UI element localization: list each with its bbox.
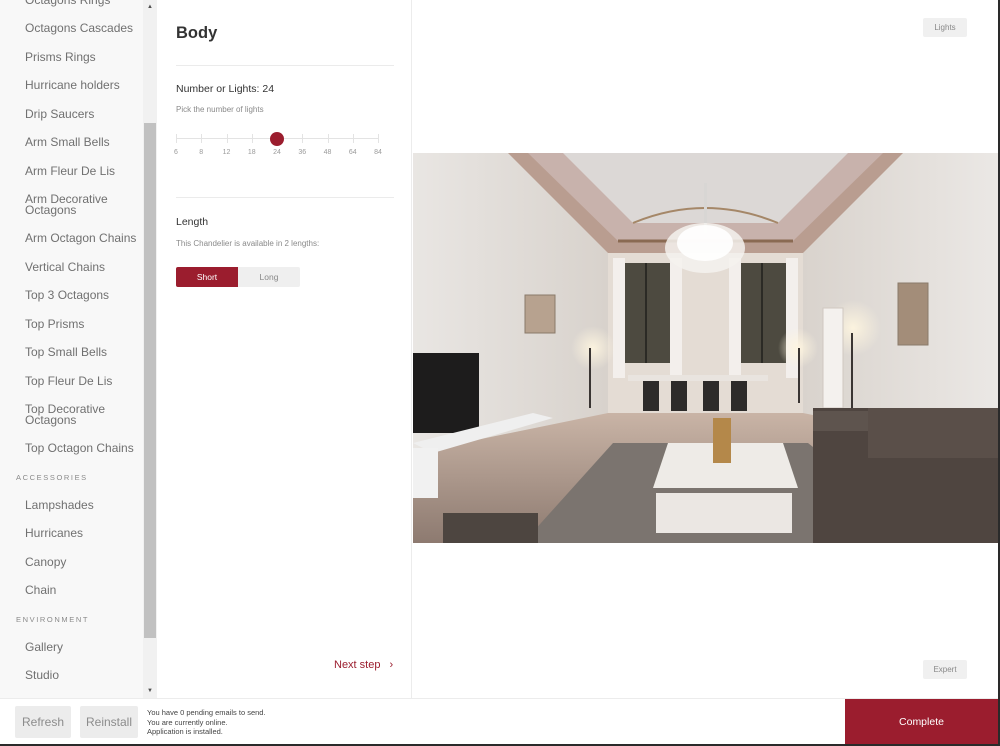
sidebar-item[interactable]: Studio xyxy=(0,662,143,691)
next-step-button[interactable]: Next step › xyxy=(334,659,393,671)
length-hint: This Chandelier is available in 2 length… xyxy=(176,239,320,248)
chevron-right-icon: › xyxy=(389,659,394,671)
room-illustration xyxy=(413,153,998,543)
sidebar-item[interactable]: Chain xyxy=(0,577,143,606)
lights-hint: Pick the number of lights xyxy=(176,105,264,114)
sidebar-item[interactable]: Top Small Bells xyxy=(0,339,143,368)
sidebar-item[interactable]: Vertical Chains xyxy=(0,253,143,282)
scroll-thumb[interactable] xyxy=(144,123,156,638)
slider-tick xyxy=(378,134,379,143)
slider-tick xyxy=(352,134,354,143)
sidebar-item[interactable]: Hurricanes xyxy=(0,520,143,549)
sidebar-item[interactable]: Top 3 Octagons xyxy=(0,282,143,311)
slider-tick-label: 6 xyxy=(174,149,178,156)
slider-tick xyxy=(251,134,253,143)
sidebar-item[interactable]: Octagons Cascades xyxy=(0,15,143,44)
sidebar-item[interactable]: Octagons Rings xyxy=(0,0,143,15)
sidebar-section-header: ENVIRONMENT xyxy=(16,614,90,624)
length-short-button[interactable]: Short xyxy=(176,267,238,287)
status-online: You are currently online. xyxy=(147,717,228,727)
sidebar-item[interactable]: Arm Small Bells xyxy=(0,129,143,158)
sidebar-item[interactable]: Hurricane holders xyxy=(0,72,143,101)
preview-panel: Lights Expert xyxy=(413,0,998,698)
sidebar-item[interactable]: Top Octagon Chains xyxy=(0,435,143,464)
reinstall-button[interactable]: Reinstall xyxy=(80,706,138,738)
divider xyxy=(176,197,394,198)
slider-tick xyxy=(226,134,228,143)
slider-thumb[interactable] xyxy=(270,132,284,146)
sidebar: Octagons RingsOctagons CascadesPrisms Ri… xyxy=(0,0,143,698)
slider-tick-label: 48 xyxy=(323,149,332,156)
length-label: Length xyxy=(176,216,209,228)
lights-button[interactable]: Lights xyxy=(923,18,967,37)
slider-tick-label: 12 xyxy=(222,149,231,156)
slider-tick xyxy=(327,134,329,143)
status-messages: You have 0 pending emails to send. You a… xyxy=(147,708,266,737)
lights-count-label: Number or Lights: 24 xyxy=(176,83,275,95)
length-toggle: Short Long xyxy=(176,267,300,287)
sidebar-scrollbar[interactable]: ▲ ▼ xyxy=(143,0,157,698)
slider-tick xyxy=(302,134,304,143)
slider-tick-label: 84 xyxy=(374,149,382,156)
complete-button[interactable]: Complete xyxy=(845,699,998,745)
length-long-button[interactable]: Long xyxy=(238,267,300,287)
slider-tick-label: 24 xyxy=(273,149,281,156)
status-installed: Application is installed. xyxy=(147,727,223,736)
sidebar-list: Octagons RingsOctagons CascadesPrisms Ri… xyxy=(0,0,143,690)
sidebar-item[interactable]: Drip Saucers xyxy=(0,100,143,129)
expert-button[interactable]: Expert xyxy=(923,660,967,679)
lights-slider[interactable]: 6 8 12 18 24 36 48 64 84 xyxy=(174,130,382,160)
divider xyxy=(176,65,394,66)
section-title: Body xyxy=(176,24,218,42)
footer-bar: Refresh Reinstall You have 0 pending ema… xyxy=(0,698,998,745)
sidebar-section-header: ACCESSORIES xyxy=(16,472,88,482)
sidebar-item[interactable]: Arm Octagon Chains xyxy=(0,225,143,254)
slider-tick xyxy=(176,134,177,143)
slider-tick-label: 64 xyxy=(348,149,357,156)
sidebar-item[interactable]: Arm Decorative Octagons xyxy=(0,186,143,225)
sidebar-item[interactable]: Gallery xyxy=(0,633,143,662)
room-preview-image xyxy=(413,153,998,543)
sidebar-item[interactable]: Canopy xyxy=(0,548,143,577)
slider-tick xyxy=(201,134,203,143)
scroll-down-arrow-icon[interactable]: ▼ xyxy=(143,684,157,698)
sidebar-item[interactable]: Arm Fleur De Lis xyxy=(0,157,143,186)
next-step-label: Next step xyxy=(334,659,381,671)
slider-tick-label: 36 xyxy=(298,149,307,156)
sidebar-item[interactable]: Top Decorative Octagons xyxy=(0,396,143,435)
status-emails: You have 0 pending emails to send. xyxy=(147,708,266,717)
config-panel: Body Number or Lights: 24 Pick the numbe… xyxy=(157,0,412,698)
sidebar-item[interactable]: Top Prisms xyxy=(0,310,143,339)
sidebar-item[interactable]: Top Fleur De Lis xyxy=(0,367,143,396)
sidebar-item[interactable]: Lampshades xyxy=(0,491,143,520)
sidebar-item[interactable]: Prisms Rings xyxy=(0,43,143,72)
refresh-button[interactable]: Refresh xyxy=(15,706,71,738)
scroll-up-arrow-icon[interactable]: ▲ xyxy=(143,0,157,14)
slider-tick-label: 18 xyxy=(247,149,256,156)
slider-tick-label: 8 xyxy=(199,149,204,156)
